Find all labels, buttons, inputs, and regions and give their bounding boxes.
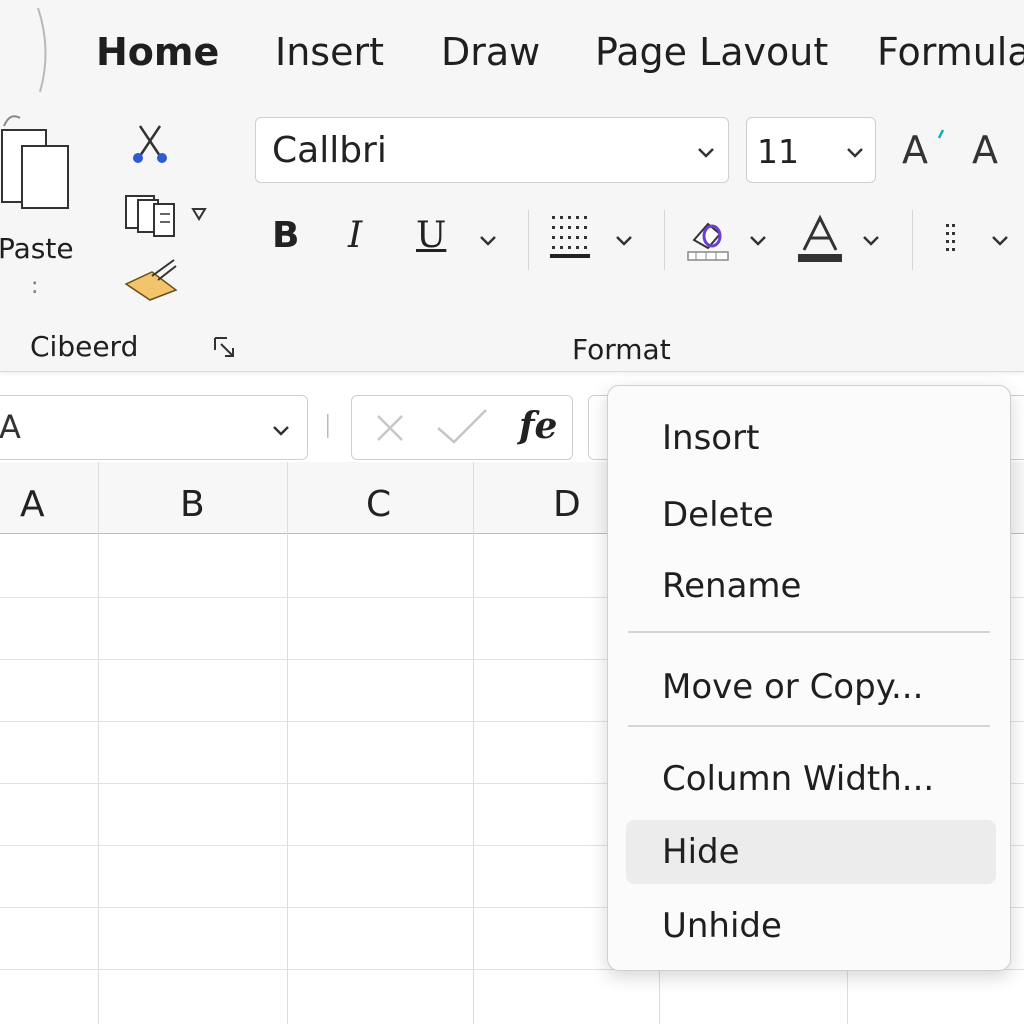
menu-item-delete[interactable]: Delete	[626, 483, 996, 547]
font-size-select[interactable]: 11	[746, 117, 876, 183]
menu-separator	[628, 631, 990, 633]
column-gridline	[473, 462, 474, 1024]
bold-button[interactable]: B	[272, 215, 299, 256]
formula-controls: fe	[351, 395, 573, 460]
menu-item-label: Delete	[662, 495, 774, 535]
menu-item-unhide[interactable]: Unhide	[626, 894, 996, 958]
font-name-select[interactable]: Callbri	[255, 117, 729, 183]
menu-item-rename[interactable]: Rename	[626, 554, 996, 618]
enter-check-icon[interactable]	[436, 408, 488, 444]
chevron-down-icon[interactable]	[271, 424, 291, 438]
menu-item-label: Insort	[662, 418, 760, 458]
cut-icon[interactable]	[130, 122, 170, 166]
menu-item-label: Unhide	[662, 906, 782, 946]
column-gridline	[98, 462, 99, 1024]
name-box-value: A	[0, 408, 21, 446]
column-header-b[interactable]: B	[180, 484, 205, 525]
increase-font-size-button[interactable]: A	[902, 128, 928, 172]
menu-item-label: Move or Copy...	[662, 667, 924, 707]
decrease-font-size-button[interactable]: A	[972, 128, 998, 172]
font-name-value: Callbri	[272, 130, 387, 171]
ribbon: Home Insert Draw Page Lavout Formula Pas…	[0, 0, 1024, 372]
group-label-clipboard: Cibeerd	[30, 330, 139, 363]
format-painter-icon[interactable]	[122, 256, 184, 302]
context-menu: Insort Delete Rename Move or Copy... Col…	[607, 385, 1011, 971]
menu-item-insert[interactable]: Insort	[626, 406, 996, 470]
menu-item-label: Rename	[662, 566, 802, 606]
ribbon-divider	[528, 210, 529, 270]
chevron-down-icon[interactable]	[614, 234, 634, 248]
tab-page-layout[interactable]: Page Lavout	[595, 30, 828, 74]
column-header-d[interactable]: D	[553, 484, 581, 525]
tab-draw[interactable]: Draw	[441, 30, 540, 74]
backstage-arc-icon	[37, 7, 47, 93]
insert-function-button[interactable]: fe	[519, 405, 557, 447]
more-options-icon[interactable]	[944, 222, 958, 258]
italic-button[interactable]: I	[348, 215, 362, 256]
paste-button-label[interactable]: Paste	[0, 232, 74, 265]
ribbon-divider	[664, 210, 665, 270]
copy-icon[interactable]	[124, 192, 184, 244]
column-gridline	[287, 462, 288, 1024]
dialog-launcher-icon[interactable]	[213, 336, 237, 358]
menu-separator	[628, 725, 990, 727]
font-color-icon[interactable]	[796, 214, 844, 264]
paste-icon[interactable]	[0, 108, 76, 214]
paste-more-dots[interactable]: :	[31, 274, 38, 299]
tab-formulas[interactable]: Formula	[877, 30, 1024, 74]
chevron-down-icon[interactable]	[861, 234, 881, 248]
chevron-down-icon[interactable]	[748, 234, 768, 248]
menu-item-move-or-copy[interactable]: Move or Copy...	[626, 655, 996, 719]
menu-item-hide[interactable]: Hide	[626, 820, 996, 884]
tab-insert[interactable]: Insert	[275, 30, 384, 74]
menu-item-label: Hide	[662, 832, 740, 872]
borders-icon[interactable]	[550, 214, 594, 260]
chevron-down-icon[interactable]	[696, 146, 716, 160]
fill-color-icon[interactable]	[686, 214, 732, 262]
formula-bar-grip-icon[interactable]	[326, 414, 330, 438]
name-box[interactable]: A	[0, 395, 308, 460]
chevron-down-icon[interactable]	[990, 234, 1010, 248]
menu-item-column-width[interactable]: Column Width...	[626, 747, 996, 811]
chevron-down-icon[interactable]	[845, 146, 865, 160]
group-label-format: Format	[572, 333, 671, 366]
underline-button[interactable]: U	[416, 215, 446, 256]
menu-item-label: Column Width...	[662, 759, 935, 799]
grow-font-indicator-icon	[937, 129, 945, 139]
copy-dropdown-icon[interactable]	[191, 207, 207, 221]
tab-home[interactable]: Home	[96, 30, 219, 74]
chevron-down-icon[interactable]	[478, 234, 498, 248]
column-header-c[interactable]: C	[366, 484, 391, 525]
cancel-icon[interactable]	[374, 412, 406, 444]
ribbon-divider	[912, 210, 913, 270]
font-size-value: 11	[757, 132, 799, 171]
column-header-a[interactable]: A	[20, 484, 45, 525]
